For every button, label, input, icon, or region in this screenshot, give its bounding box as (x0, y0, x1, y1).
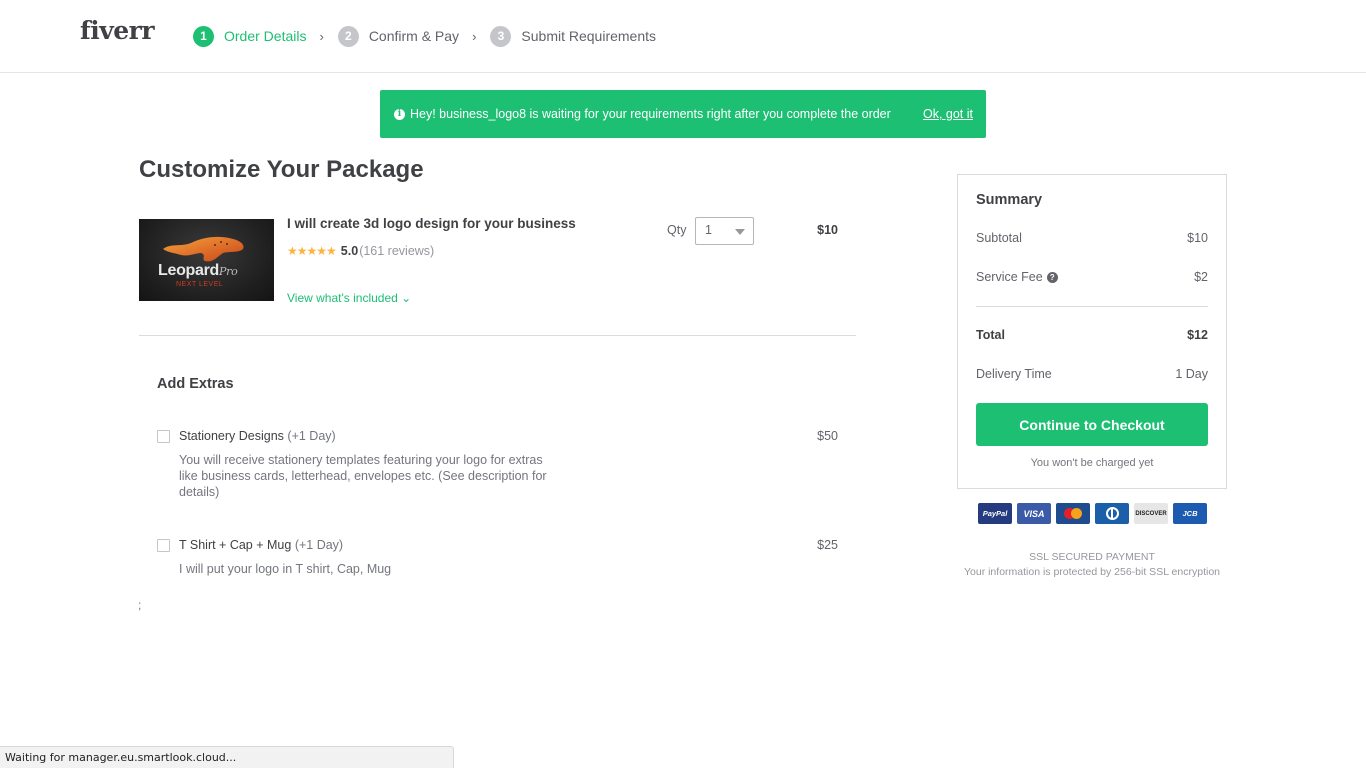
qty-label: Qty (667, 223, 687, 237)
step-number-1: 1 (193, 25, 214, 47)
extra-price: $50 (817, 429, 838, 443)
paypal-icon: PayPal (978, 503, 1012, 524)
total-value: $12 (1187, 328, 1208, 342)
extra-name-line: Stationery Designs (+1 Day) (179, 429, 336, 443)
info-icon: i (394, 108, 405, 120)
delivery-time-row: Delivery Time 1 Day (976, 367, 1208, 381)
service-fee-label-wrap: Service Fee? (976, 270, 1058, 284)
service-fee-value: $2 (1194, 270, 1208, 284)
subtotal-value: $10 (1187, 231, 1208, 245)
jcb-icon: JCB (1173, 503, 1207, 524)
extra-price: $25 (817, 538, 838, 552)
chevron-right-icon: › (319, 28, 324, 44)
total-label: Total (976, 328, 1005, 342)
review-count: (161 reviews) (359, 244, 435, 258)
brand-suffix: Pro (219, 265, 238, 278)
gig-package-row: LeopardPro NEXT LEVEL I will create 3d l… (139, 216, 856, 336)
visa-icon: VISA (1017, 503, 1051, 524)
extra-description: You will receive stationery templates fe… (179, 453, 547, 499)
brand-name: Leopard (158, 262, 220, 279)
browser-status-bar: Waiting for manager.eu.smartlook.cloud..… (0, 746, 454, 768)
maestro-circle-orange (1071, 508, 1082, 519)
step-order-details: 1 Order Details (193, 25, 307, 47)
maestro-icon (1056, 503, 1090, 524)
step-label: Submit Requirements (521, 28, 657, 44)
summary-title: Summary (976, 192, 1043, 208)
top-header: fiverr 1 Order Details › 2 Confirm & Pay… (0, 0, 1366, 73)
extra-name: T Shirt + Cap + Mug (179, 538, 292, 552)
fiverr-logo[interactable]: fiverr (80, 16, 155, 45)
discover-icon: DISCOVER (1134, 503, 1168, 524)
step-number-2: 2 (337, 25, 359, 47)
step-label: Confirm & Pay (368, 28, 460, 44)
step-number-3: 3 (490, 25, 512, 47)
gig-image-brand: LeopardPro (158, 262, 238, 280)
no-charge-note: You won't be charged yet (1030, 457, 1154, 469)
extra-name: Stationery Designs (179, 429, 284, 443)
star-rating-icon: ★★★★★ (287, 244, 337, 258)
info-banner: i Hey! business_logo8 is waiting for you… (380, 90, 986, 138)
stray-text: ; (138, 598, 142, 612)
ssl-notice: SSL SECURED PAYMENT Your information is … (957, 550, 1227, 580)
gig-price: $10 (817, 223, 838, 237)
gig-image-tagline: NEXT LEVEL (176, 281, 224, 288)
extra-description: I will put your logo in T shirt, Cap, Mu… (179, 562, 392, 576)
summary-divider (976, 306, 1208, 307)
checkout-steps: 1 Order Details › 2 Confirm & Pay › 3 Su… (193, 25, 656, 47)
extra-checkbox[interactable] (157, 539, 170, 552)
total-row: Total $12 (976, 328, 1208, 342)
quantity-select[interactable]: 1 (695, 217, 754, 245)
diners-glyph (1105, 507, 1119, 520)
dismiss-banner-link[interactable]: Ok, got it (923, 107, 973, 121)
question-circle-icon[interactable]: ? (1046, 272, 1058, 284)
extra-days: (+1 Day) (287, 429, 336, 443)
extra-checkbox[interactable] (157, 430, 170, 443)
leopard-logo-graphic (163, 236, 244, 262)
delivery-time-value: 1 Day (1175, 367, 1208, 381)
gig-rating: ★★★★★ 5.0 (161 reviews) (287, 244, 434, 258)
quantity-value: 1 (705, 223, 712, 237)
payment-methods: PayPal VISA DISCOVER JCB (978, 503, 1207, 524)
gig-thumbnail[interactable]: LeopardPro NEXT LEVEL (139, 219, 274, 301)
service-fee-row: Service Fee? $2 (976, 270, 1208, 284)
page-title: Customize Your Package (139, 156, 424, 183)
chevron-right-icon: › (472, 28, 477, 44)
gig-title[interactable]: I will create 3d logo design for your bu… (287, 216, 576, 231)
ssl-title: SSL SECURED PAYMENT (1029, 551, 1155, 563)
caret-down-icon (735, 229, 745, 235)
extras-title: Add Extras (157, 376, 234, 392)
view-whats-included-link[interactable]: View what's included ⌄ (287, 291, 411, 305)
ssl-note: Your information is protected by 256-bit… (963, 566, 1221, 578)
step-confirm-pay: 2 Confirm & Pay (337, 25, 460, 47)
extra-name-line: T Shirt + Cap + Mug (+1 Day) (179, 538, 343, 552)
rating-value: 5.0 (340, 244, 359, 258)
banner-message: Hey! business_logo8 is waiting for your … (410, 107, 891, 121)
step-label: Order Details (224, 28, 307, 44)
subtotal-row: Subtotal $10 (976, 231, 1208, 245)
continue-to-checkout-button[interactable]: Continue to Checkout (976, 403, 1208, 446)
diners-club-icon (1095, 503, 1129, 524)
subtotal-label: Subtotal (976, 231, 1022, 245)
order-summary: Summary Subtotal $10 Service Fee? $2 Tot… (957, 174, 1227, 489)
delivery-time-label: Delivery Time (976, 367, 1052, 381)
step-submit-requirements: 3 Submit Requirements (490, 25, 657, 47)
service-fee-label: Service Fee (976, 270, 1043, 284)
extra-days: (+1 Day) (294, 538, 344, 552)
